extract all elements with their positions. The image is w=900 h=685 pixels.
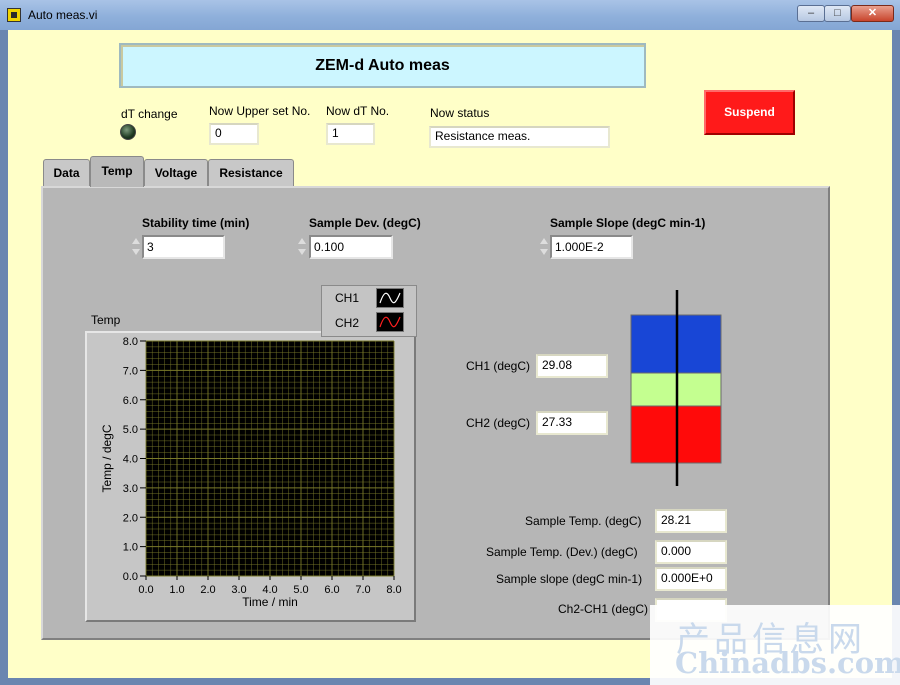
tab-data[interactable]: Data — [43, 159, 90, 186]
y-tick-label: 0.0 — [123, 571, 138, 583]
legend-ch2-label: CH2 — [335, 316, 360, 330]
ch2-label: CH2 (degC) — [466, 416, 531, 430]
sample-temp-dev-indicator: 0.000 — [655, 540, 727, 564]
page-title: ZEM-d Auto meas — [119, 43, 646, 88]
stability-time-input[interactable]: 3 — [142, 235, 225, 259]
sample-slope-label: Sample Slope (degC min-1) — [550, 216, 706, 230]
y-tick-label: 3.0 — [123, 483, 138, 495]
title-bar — [0, 0, 900, 30]
dt-no-label: Now dT No. — [326, 104, 390, 118]
legend-ch1-swatch[interactable] — [376, 288, 404, 308]
x-tick-label: 7.0 — [355, 584, 370, 596]
sample-slope-input[interactable]: 1.000E-2 — [550, 235, 633, 259]
sample-dev-label: Sample Dev. (degC) — [309, 216, 421, 230]
y-tick-label: 1.0 — [123, 542, 138, 554]
tab-temp[interactable]: Temp — [90, 156, 144, 187]
dt-no-indicator: 1 — [326, 123, 375, 145]
sample-slope-spinner[interactable] — [539, 235, 549, 259]
close-button[interactable]: ✕ — [851, 5, 894, 22]
sample-dev-spinner[interactable] — [297, 235, 307, 259]
minimize-button[interactable]: – — [797, 5, 825, 22]
x-tick-label: 6.0 — [324, 584, 339, 596]
watermark-en: Chinadbs.com — [675, 646, 900, 680]
y-tick-label: 4.0 — [123, 454, 138, 466]
ch1-indicator: 29.08 — [536, 354, 608, 378]
legend-ch2-swatch[interactable] — [376, 312, 404, 332]
sample-dev-input[interactable]: 0.100 — [309, 235, 393, 259]
temp-chart: 0.01.02.03.04.05.06.07.08.00.0 1.0 2.0 3.0 4… — [100, 336, 402, 609]
sample-temp-label: Sample Temp. (degC) — [525, 514, 642, 528]
graph-title: Temp — [91, 313, 121, 327]
y-tick-label: 7.0 — [123, 365, 138, 377]
x-tick-label: 8.0 — [386, 584, 401, 596]
upper-set-label: Now Upper set No. — [209, 104, 311, 118]
suspend-button[interactable]: Suspend — [704, 90, 795, 135]
stability-time-spinner[interactable] — [131, 235, 141, 259]
now-status-label: Now status — [430, 106, 490, 120]
app-icon — [7, 8, 21, 22]
x-axis-label: Time / min — [242, 595, 298, 609]
dt-change-led — [120, 124, 136, 140]
stability-time-label: Stability time (min) — [142, 216, 250, 230]
y-tick-label: 8.0 — [123, 336, 138, 348]
sample-temp-dev-label: Sample Temp. (Dev.) (degC) — [486, 545, 638, 559]
y-tick-label: 2.0 — [123, 512, 138, 524]
ch1-label: CH1 (degC) — [466, 359, 531, 373]
ch2-indicator: 27.33 — [536, 411, 608, 435]
x-tick-label: 1.0 — [169, 584, 184, 596]
sample-slope-readout-label: Sample slope (degC min-1) — [496, 572, 643, 586]
upper-set-indicator: 0 — [209, 123, 259, 145]
ch2-trace-icon — [379, 316, 401, 328]
sample-temp-indicator: 28.21 — [655, 509, 727, 533]
y-tick-label: 6.0 — [123, 395, 138, 407]
tab-voltage[interactable]: Voltage — [144, 159, 208, 186]
x-tick-label: 2.0 — [200, 584, 215, 596]
now-status-indicator: Resistance meas. — [429, 126, 610, 148]
dt-change-label: dT change — [121, 107, 178, 121]
temperature-gradient-gauge — [630, 290, 722, 486]
legend-ch1-label: CH1 — [335, 291, 360, 305]
window-title: Auto meas.vi — [28, 8, 98, 22]
x-tick-label: 0.0 — [138, 584, 153, 596]
y-tick-label: 5.0 — [123, 424, 138, 436]
tab-resistance[interactable]: Resistance — [208, 159, 294, 186]
maximize-button[interactable]: □ — [824, 5, 851, 22]
chart-legend: CH1 CH2 — [321, 285, 417, 337]
sample-slope-indicator: 0.000E+0 — [655, 567, 727, 591]
ch1-trace-icon — [379, 292, 401, 304]
y-axis-label: Temp / degC — [100, 424, 114, 492]
ch2-ch1-label: Ch2-CH1 (degC) — [558, 602, 649, 616]
